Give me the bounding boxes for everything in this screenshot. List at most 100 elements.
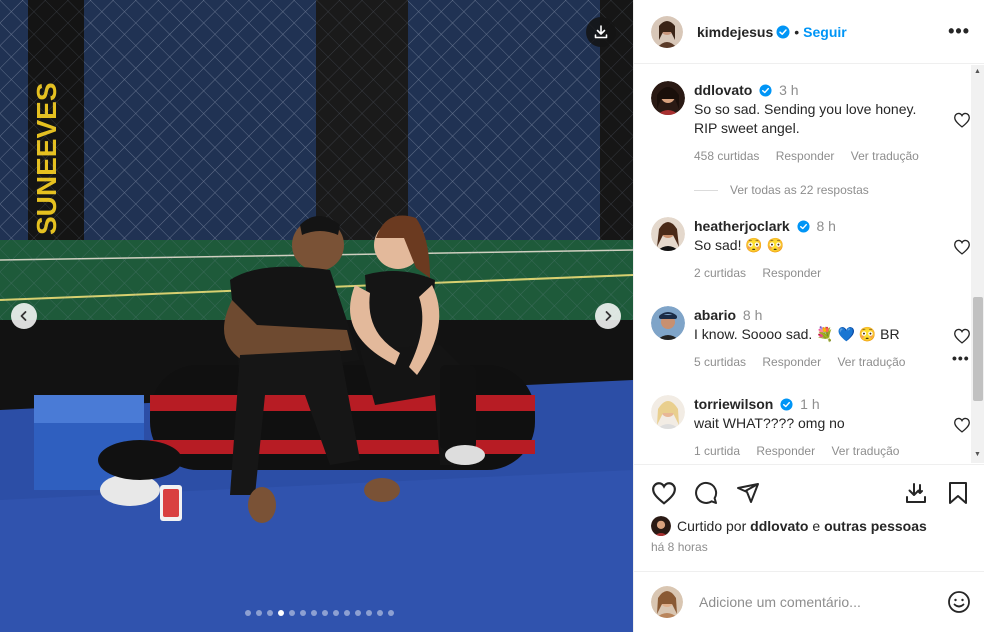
post-actions: Curtido por ddlovato e outras pessoas há… [634, 464, 984, 571]
carousel-dot [333, 610, 339, 616]
comment-likes[interactable]: 2 curtidas [694, 266, 746, 280]
photo-scene: SUNEEVES [0, 0, 633, 632]
comment-text: So so sad. Sending you love honey. RIP s… [694, 101, 917, 136]
download-button[interactable] [586, 17, 616, 47]
comment-time[interactable]: 8 h [743, 307, 762, 323]
comment-time[interactable]: 3 h [779, 82, 798, 98]
carousel-dot [344, 610, 350, 616]
author-avatar[interactable] [651, 15, 683, 48]
liked-by-others[interactable]: outras pessoas [824, 518, 927, 534]
comment-time[interactable]: 8 h [817, 218, 836, 234]
verified-badge-icon [776, 25, 790, 38]
more-options-button[interactable]: ••• [948, 21, 970, 42]
like-button[interactable] [651, 481, 677, 505]
save-button[interactable] [947, 481, 969, 505]
comment-button[interactable] [694, 481, 718, 505]
carousel-dot [300, 610, 306, 616]
verified-badge-icon [759, 84, 772, 97]
carousel-indicator [245, 610, 394, 616]
liked-by: Curtido por ddlovato e outras pessoas [651, 516, 927, 536]
previous-slide-button[interactable] [11, 303, 37, 329]
liker-avatar[interactable] [651, 516, 671, 536]
download-post-button[interactable] [904, 481, 928, 505]
comment-username[interactable]: abario [694, 307, 736, 323]
post-header: kimdejesus • Seguir ••• [634, 0, 984, 64]
scroll-down-arrow-icon[interactable]: ▼ [974, 451, 981, 458]
comment-username[interactable]: ddlovato [694, 82, 752, 98]
scrollbar-thumb[interactable] [973, 297, 983, 401]
carousel-dot [245, 610, 251, 616]
comment-time[interactable]: 1 h [800, 396, 819, 412]
commenter-avatar[interactable] [651, 217, 685, 251]
carousel-dot [267, 610, 273, 616]
current-user-avatar-image [651, 586, 683, 618]
carousel-dot [278, 610, 284, 616]
carousel-dot [366, 610, 372, 616]
next-slide-button[interactable] [595, 303, 621, 329]
comment-username[interactable]: heatherjoclark [694, 218, 790, 234]
view-replies-button[interactable]: Ver todas as 22 respostas [694, 183, 869, 197]
comment-text: wait WHAT???? omg no [694, 415, 845, 431]
commenter-avatar-image [651, 81, 685, 115]
comments-list: ddlovato 3 h So so sad. Sending you love… [634, 65, 971, 463]
comment-text: I know. Soooo sad. 💐 💙 😳 BR [694, 326, 900, 342]
commenter-avatar-image [651, 395, 685, 429]
view-replies-label: Ver todas as 22 respostas [730, 183, 869, 197]
verified-badge-icon [780, 398, 793, 411]
reply-button[interactable]: Responder [776, 149, 835, 163]
share-button[interactable] [736, 481, 760, 505]
comment-meta: 2 curtidas Responder [694, 264, 934, 283]
author-username[interactable]: kimdejesus [697, 24, 773, 40]
translate-button[interactable]: Ver tradução [851, 149, 919, 163]
liked-by-user[interactable]: ddlovato [750, 518, 808, 534]
comment-meta: 458 curtidas Responder Ver tradução [694, 147, 934, 166]
add-comment-bar [634, 571, 984, 632]
comment-text: So sad! 😳 😳 [694, 237, 785, 253]
commenter-avatar[interactable] [651, 81, 685, 115]
comment-likes[interactable]: 458 curtidas [694, 149, 759, 163]
post-photo[interactable]: SUNEEVES [0, 0, 633, 632]
reply-button[interactable]: Responder [756, 444, 815, 458]
heart-icon[interactable] [953, 239, 971, 255]
carousel-dot [355, 610, 361, 616]
liked-by-connector: e [812, 518, 821, 534]
carousel-dot [289, 610, 295, 616]
comment-more-button[interactable]: ••• [952, 350, 970, 366]
follow-button[interactable]: Seguir [803, 24, 847, 40]
commenter-avatar-image [651, 306, 685, 340]
carousel-dot [388, 610, 394, 616]
emoji-icon[interactable] [947, 590, 971, 614]
comment-username[interactable]: torriewilson [694, 396, 773, 412]
download-icon [594, 25, 608, 39]
heart-icon[interactable] [953, 328, 971, 344]
chevron-right-icon [605, 311, 612, 321]
liker-avatar-image [651, 516, 671, 536]
comment-meta: 5 curtidas Responder Ver tradução [694, 353, 934, 372]
heart-icon[interactable] [953, 112, 971, 128]
reply-button[interactable]: Responder [762, 266, 821, 280]
comment-meta: 1 curtida Responder Ver tradução [694, 442, 934, 461]
post-time[interactable]: há 8 horas [651, 540, 708, 554]
translate-button[interactable]: Ver tradução [837, 355, 905, 369]
commenter-avatar[interactable] [651, 395, 685, 429]
translate-button[interactable]: Ver tradução [831, 444, 899, 458]
comments-scrollbar[interactable]: ▲ ▼ [971, 65, 984, 463]
verified-badge-icon [797, 220, 810, 233]
carousel-dot [322, 610, 328, 616]
post-side-panel: kimdejesus • Seguir ••• ddlovato 3 h So … [633, 0, 984, 632]
header-separator: • [794, 23, 800, 40]
heart-icon[interactable] [953, 417, 971, 433]
carousel-dot [311, 610, 317, 616]
scroll-up-arrow-icon[interactable]: ▲ [974, 68, 981, 75]
comment-likes[interactable]: 1 curtida [694, 444, 740, 458]
reply-button[interactable]: Responder [762, 355, 821, 369]
comment-input[interactable] [699, 594, 919, 610]
comment-likes[interactable]: 5 curtidas [694, 355, 746, 369]
replies-divider [694, 189, 718, 191]
current-user-avatar [651, 586, 683, 618]
author-avatar-image [651, 15, 683, 48]
chevron-left-icon [20, 311, 27, 321]
commenter-avatar[interactable] [651, 306, 685, 340]
liked-by-prefix: Curtido por [677, 518, 747, 534]
commenter-avatar-image [651, 217, 685, 251]
